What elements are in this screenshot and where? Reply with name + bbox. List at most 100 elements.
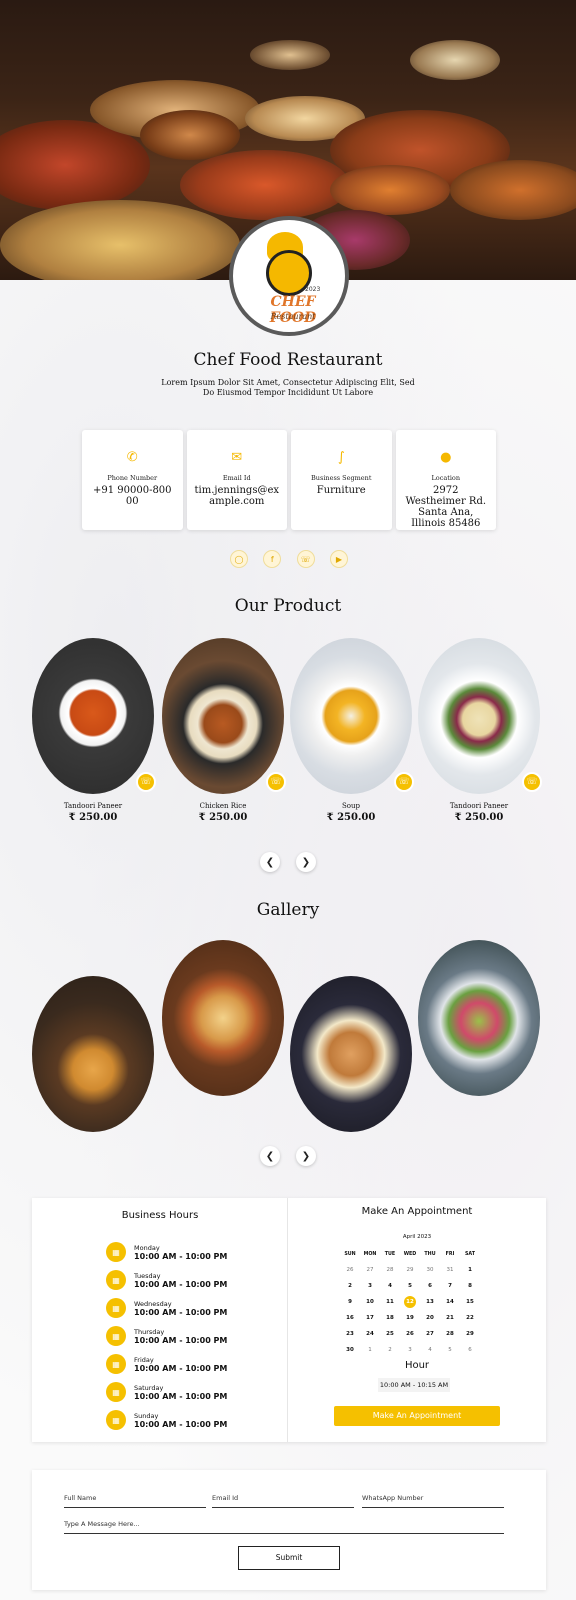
calendar-day[interactable]: 12: [404, 1296, 416, 1308]
product-carousel-nav: ❮ ❯: [260, 852, 316, 872]
product-card[interactable]: ☏ Chicken Rice ₹ 250.00: [162, 638, 286, 823]
calendar-day[interactable]: 4: [380, 1283, 400, 1289]
product-card[interactable]: ☏ Tandoori Paneer ₹ 250.00: [418, 638, 542, 823]
contact-form: Full Name Email Id WhatsApp Number Type …: [32, 1470, 546, 1590]
calendar-day[interactable]: 6: [420, 1283, 440, 1289]
appointment-title: Make An Appointment: [361, 1206, 473, 1217]
gallery-image[interactable]: [290, 976, 412, 1132]
calendar-day[interactable]: 16: [340, 1315, 360, 1321]
calendar-day[interactable]: 1: [460, 1267, 480, 1273]
calendar-day[interactable]: 3: [400, 1347, 420, 1353]
calendar-day[interactable]: 2: [380, 1347, 400, 1353]
info-card-phone[interactable]: ✆ Phone Number +91 90000-80000: [82, 430, 183, 530]
chevron-left-icon[interactable]: ❮: [260, 1146, 280, 1166]
appointment: Make An Appointment April 2023 SUN MON TUE…: [288, 1198, 546, 1442]
day-time: 10:00 AM - 10:00 PM: [134, 1363, 228, 1373]
calendar-day[interactable]: 24: [360, 1331, 380, 1337]
whatsapp-icon[interactable]: ☏: [522, 772, 542, 792]
product-carousel: ☏ Tandoori Paneer ₹ 250.00 ☏ Chicken Ric…: [32, 638, 544, 828]
calendar-day[interactable]: 17: [360, 1315, 380, 1321]
whatsapp-icon[interactable]: ☏: [394, 772, 414, 792]
calendar-day[interactable]: 20: [420, 1315, 440, 1321]
calendar-day[interactable]: 30: [340, 1347, 360, 1353]
calendar-day[interactable]: 13: [420, 1299, 440, 1305]
calendar: SUN MON TUE WED THU FRI SAT 26 27 28 29 30 31 1 2 3 4 5 6 7…: [340, 1246, 486, 1358]
message-field[interactable]: Type A Message Here...: [64, 1518, 504, 1534]
weekday-label: THU: [424, 1251, 436, 1257]
gallery-image[interactable]: [162, 940, 284, 1096]
product-image: [418, 638, 540, 794]
calendar-day[interactable]: 6: [460, 1347, 480, 1353]
info-label: Phone Number: [107, 474, 158, 482]
info-value: 2972 Westheimer Rd. Santa Ana, Illinois …: [405, 485, 487, 529]
gallery-image[interactable]: [418, 940, 540, 1096]
product-name: Chicken Rice: [199, 802, 247, 810]
gallery-carousel: [32, 940, 544, 1132]
whatsapp-number-field[interactable]: WhatsApp Number: [362, 1492, 504, 1508]
chevron-right-icon[interactable]: ❯: [296, 1146, 316, 1166]
calendar-day[interactable]: 25: [380, 1331, 400, 1337]
calendar-day[interactable]: 23: [340, 1331, 360, 1337]
info-card-email[interactable]: ✉ Email Id tim.jennings@example.com: [186, 430, 287, 530]
calendar-day[interactable]: 29: [460, 1331, 480, 1337]
calendar-day[interactable]: 8: [460, 1283, 480, 1289]
whatsapp-icon[interactable]: ☏: [266, 772, 286, 792]
calendar-day[interactable]: 27: [360, 1267, 380, 1273]
info-value: Furniture: [316, 485, 366, 496]
instagram-icon[interactable]: ◯: [230, 550, 248, 568]
full-name-field[interactable]: Full Name: [64, 1492, 206, 1508]
chevron-left-icon[interactable]: ❮: [260, 852, 280, 872]
calendar-day[interactable]: 5: [400, 1283, 420, 1289]
info-card-location[interactable]: ● Location 2972 Westheimer Rd. Santa Ana…: [395, 430, 496, 530]
calendar-weekday-row: SUN MON TUE WED THU FRI SAT: [340, 1246, 486, 1262]
calendar-day[interactable]: 31: [440, 1267, 460, 1273]
facebook-icon[interactable]: f: [263, 550, 282, 568]
chevron-right-icon[interactable]: ❯: [296, 852, 316, 872]
calendar-day[interactable]: 29: [400, 1267, 420, 1273]
hours-row: ▦ Sunday 10:00 AM - 10:00 PM: [106, 1408, 227, 1432]
day-time: 10:00 AM - 10:00 PM: [134, 1251, 228, 1261]
calendar-day[interactable]: 4: [420, 1347, 440, 1353]
calendar-day[interactable]: 11: [380, 1299, 400, 1305]
make-appointment-button[interactable]: Make An Appointment: [334, 1406, 500, 1426]
calendar-day[interactable]: 15: [460, 1299, 480, 1305]
calendar-day[interactable]: 26: [340, 1267, 360, 1273]
calendar-day[interactable]: 14: [440, 1299, 460, 1305]
calendar-week-row: 26 27 28 29 30 31 1: [340, 1262, 486, 1278]
calendar-day[interactable]: 5: [440, 1347, 460, 1353]
gallery-image[interactable]: [32, 976, 154, 1132]
whatsapp-icon[interactable]: ☏: [136, 772, 156, 792]
calendar-day[interactable]: 28: [380, 1267, 400, 1273]
calendar-day[interactable]: 21: [440, 1315, 460, 1321]
weekday-label: SAT: [464, 1251, 476, 1257]
email-field[interactable]: Email Id: [212, 1492, 354, 1508]
day-time: 10:00 AM - 10:00 PM: [134, 1307, 228, 1317]
product-card[interactable]: ☏ Soup ₹ 250.00: [290, 638, 414, 823]
calendar-day[interactable]: 19: [400, 1315, 420, 1321]
product-card[interactable]: ☏ Tandoori Paneer ₹ 250.00: [32, 638, 156, 823]
day-name: Wednesday: [134, 1299, 172, 1308]
calendar-day[interactable]: 3: [360, 1283, 380, 1289]
hours-row: ▦ Saturday 10:00 AM - 10:00 PM: [106, 1380, 227, 1404]
weekday-label: FRI: [445, 1251, 455, 1257]
youtube-icon[interactable]: ▶: [329, 550, 348, 568]
calendar-day[interactable]: 26: [400, 1331, 420, 1337]
calendar-day[interactable]: 9: [340, 1299, 360, 1305]
whatsapp-icon[interactable]: ☏: [296, 550, 315, 568]
calendar-icon: ▦: [106, 1354, 126, 1374]
calendar-day[interactable]: 18: [380, 1315, 400, 1321]
calendar-day[interactable]: 1: [360, 1347, 380, 1353]
calendar-icon: ▦: [106, 1298, 126, 1318]
submit-button[interactable]: Submit: [238, 1546, 340, 1570]
calendar-day[interactable]: 2: [340, 1283, 360, 1289]
hour-select[interactable]: 10:00 AM - 10:15 AM: [378, 1378, 450, 1392]
info-label: Business Segment: [311, 474, 372, 482]
calendar-day[interactable]: 28: [440, 1331, 460, 1337]
calendar-day[interactable]: 22: [460, 1315, 480, 1321]
calendar-day[interactable]: 27: [420, 1331, 440, 1337]
info-value: tim.jennings@example.com: [194, 485, 280, 507]
calendar-day[interactable]: 10: [360, 1299, 380, 1305]
calendar-day[interactable]: 7: [440, 1283, 460, 1289]
gallery-title: Gallery: [256, 900, 320, 920]
calendar-day[interactable]: 30: [420, 1267, 440, 1273]
